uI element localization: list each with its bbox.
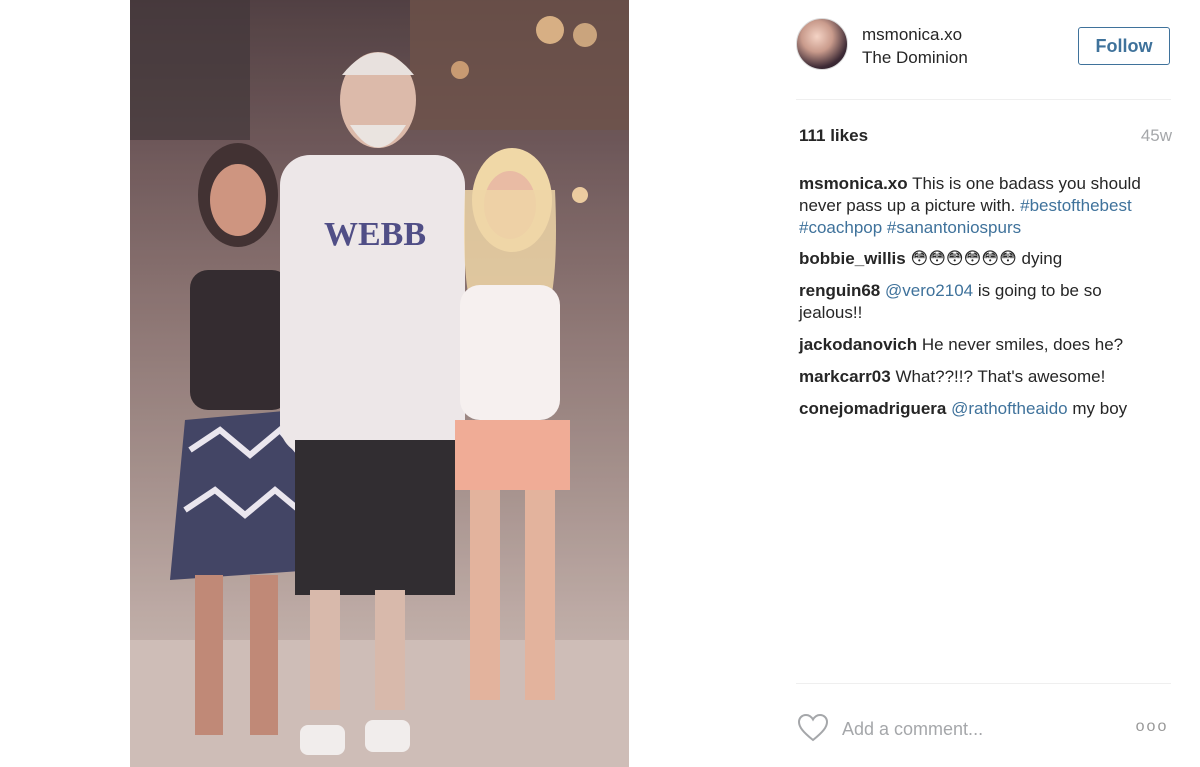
photo-area: WEBB bbox=[0, 0, 760, 767]
likes-count[interactable]: 111 likes bbox=[799, 126, 868, 146]
comment-list: msmonica.xo This is one badass you shoul… bbox=[799, 173, 1169, 430]
comment-author[interactable]: jackodanovich bbox=[799, 335, 917, 354]
heart-outline-icon[interactable] bbox=[797, 713, 829, 743]
post-author-username[interactable]: msmonica.xo bbox=[862, 25, 962, 45]
comment-item: conejomadriguera @rathoftheaido my boy bbox=[799, 398, 1169, 420]
add-comment-input[interactable] bbox=[842, 716, 1112, 742]
comment-author[interactable]: bobbie_willis bbox=[799, 249, 906, 268]
follow-button[interactable]: Follow bbox=[1078, 27, 1170, 65]
heart-icon bbox=[797, 713, 829, 742]
comment-author[interactable]: renguin68 bbox=[799, 281, 880, 300]
avatar[interactable] bbox=[796, 18, 848, 70]
post-age[interactable]: 45w bbox=[1141, 126, 1172, 146]
comment-item: bobbie_willis 😳😳😳😳😳😳 dying bbox=[799, 248, 1169, 270]
hashtag[interactable]: #sanantoniospurs bbox=[887, 218, 1021, 237]
post-header: msmonica.xo The Dominion Follow bbox=[796, 18, 1172, 78]
comment-item: markcarr03 What??!!? That's awesome! bbox=[799, 366, 1169, 388]
comment-item: renguin68 @vero2104 is going to be so je… bbox=[799, 280, 1169, 324]
caption: msmonica.xo This is one badass you shoul… bbox=[799, 173, 1169, 239]
comment-mention[interactable]: @rathoftheaido bbox=[951, 399, 1068, 418]
comment-item: jackodanovich He never smiles, does he? bbox=[799, 334, 1169, 356]
post-location[interactable]: The Dominion bbox=[862, 48, 968, 68]
more-options-button[interactable]: ooo bbox=[1132, 718, 1172, 738]
comment-text: 😳😳😳😳😳😳 dying bbox=[910, 249, 1063, 268]
divider bbox=[796, 99, 1171, 100]
divider bbox=[796, 683, 1171, 684]
hashtag[interactable]: #coachpop bbox=[799, 218, 882, 237]
post-sidebar: msmonica.xo The Dominion Follow 111 like… bbox=[780, 0, 1180, 767]
comment-text: He never smiles, does he? bbox=[921, 335, 1124, 354]
comment-text: What??!!? That's awesome! bbox=[895, 367, 1106, 386]
post-photo[interactable]: WEBB bbox=[130, 0, 629, 767]
comment-mention[interactable]: @vero2104 bbox=[885, 281, 973, 300]
photo-illustration: WEBB bbox=[130, 0, 629, 767]
comment-text: my boy bbox=[1072, 399, 1128, 418]
caption-author[interactable]: msmonica.xo bbox=[799, 174, 908, 193]
hashtag[interactable]: #bestofthebest bbox=[1020, 196, 1132, 215]
comment-author[interactable]: markcarr03 bbox=[799, 367, 891, 386]
comment-author[interactable]: conejomadriguera bbox=[799, 399, 946, 418]
